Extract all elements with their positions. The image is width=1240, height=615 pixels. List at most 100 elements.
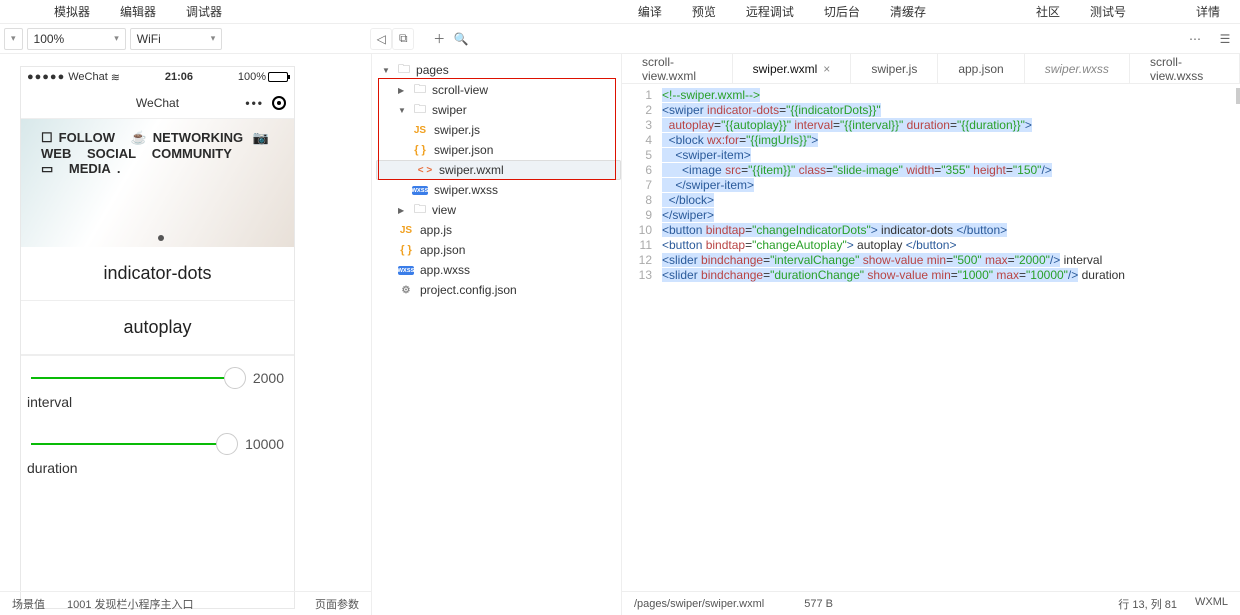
- tab-scroll-view-wxml[interactable]: scroll-view.wxml: [622, 54, 733, 83]
- status-bar: ●●●●● WeChat ≋ 21:06 100%: [21, 67, 294, 87]
- more-icon[interactable]: ⋯: [1184, 28, 1206, 50]
- close-icon[interactable]: ×: [823, 62, 830, 76]
- menu-clear-cache[interactable]: 清缓存: [886, 0, 930, 24]
- phone-frame: ●●●●● WeChat ≋ 21:06 100% WeChat ••• ☐FO…: [20, 66, 295, 609]
- indicator-dots-button[interactable]: indicator-dots: [21, 247, 294, 301]
- caret-right-icon: ▶: [398, 206, 408, 215]
- nav-bar: WeChat •••: [21, 87, 294, 119]
- file-tree: ▼🗀pages ▶🗀scroll-view ▼🗀swiper JSswiper.…: [372, 54, 621, 615]
- wifi-icon: ≋: [111, 71, 120, 84]
- menu-community[interactable]: 社区: [1032, 0, 1064, 24]
- swiper-image[interactable]: ☐FOLLOW ☕NETWORKING 📷 WEB SOCIAL COMMUNI…: [21, 119, 294, 247]
- interval-label: interval: [21, 388, 294, 422]
- tree-file-app-js[interactable]: JSapp.js: [372, 220, 621, 240]
- simulator-panel: ●●●●● WeChat ≋ 21:06 100% WeChat ••• ☐FO…: [0, 54, 372, 615]
- page-params[interactable]: 页面参数: [315, 596, 359, 612]
- mute-icon[interactable]: ◁: [370, 28, 392, 50]
- code-editor[interactable]: 12345678910111213 <!--swiper.wxml--> <sw…: [622, 84, 1240, 591]
- device-select[interactable]: ▾: [4, 28, 23, 50]
- top-menu: 模拟器 编辑器 调试器 编译 预览 远程调试 切后台 清缓存 社区 测试号 详情: [0, 0, 1240, 24]
- js-icon: JS: [398, 225, 414, 236]
- autoplay-button[interactable]: autoplay: [21, 301, 294, 356]
- file-explorer: ▼🗀pages ▶🗀scroll-view ▼🗀swiper JSswiper.…: [372, 54, 622, 615]
- capsule-close-icon[interactable]: [272, 96, 286, 110]
- tree-folder-scroll-view[interactable]: ▶🗀scroll-view: [372, 80, 621, 100]
- menu-compile[interactable]: 编译: [634, 0, 666, 24]
- zoom-select[interactable]: 100% ▾: [27, 28, 126, 50]
- tree-file-swiper-json[interactable]: { }swiper.json: [372, 140, 621, 160]
- capsule-menu-icon[interactable]: •••: [245, 96, 264, 110]
- file-size: 577 B: [804, 598, 833, 610]
- chevron-down-icon: ▾: [114, 33, 119, 44]
- chevron-down-icon: ▾: [11, 33, 16, 44]
- code-content[interactable]: <!--swiper.wxml--> <swiper indicator-dot…: [662, 88, 1240, 591]
- carrier-label: WeChat: [68, 71, 108, 83]
- editor-panel: scroll-view.wxml swiper.wxml× swiper.js …: [622, 54, 1240, 615]
- detach-icon[interactable]: ⧉: [392, 28, 414, 50]
- new-tab-icon[interactable]: ＋: [428, 28, 450, 50]
- duration-slider[interactable]: 10000: [21, 422, 294, 454]
- json-icon: { }: [412, 144, 428, 156]
- simulator-statusbar: 场景值 1001 发现栏小程序主入口 页面参数: [0, 591, 371, 615]
- tree-file-app-wxss[interactable]: wxssapp.wxss: [372, 260, 621, 280]
- tree-file-app-json[interactable]: { }app.json: [372, 240, 621, 260]
- wxss-icon: wxss: [412, 186, 428, 195]
- slider-knob[interactable]: [216, 433, 238, 455]
- tree-folder-view[interactable]: ▶🗀view: [372, 200, 621, 220]
- wxml-icon: < >: [417, 165, 433, 176]
- network-value: WiFi: [137, 32, 161, 46]
- tree-file-swiper-wxss[interactable]: wxssswiper.wxss: [372, 180, 621, 200]
- editor-statusbar: /pages/swiper/swiper.wxml 577 B 行 13, 列 …: [622, 591, 1240, 615]
- json-icon: { }: [398, 244, 414, 256]
- caret-down-icon: ▼: [382, 66, 392, 75]
- duration-label: duration: [21, 454, 294, 488]
- menu-debugger[interactable]: 调试器: [182, 0, 226, 24]
- slider-knob[interactable]: [224, 367, 246, 389]
- tree-file-swiper-js[interactable]: JSswiper.js: [372, 120, 621, 140]
- tab-swiper-wxml[interactable]: swiper.wxml×: [733, 54, 852, 83]
- tab-swiper-js[interactable]: swiper.js: [851, 54, 938, 83]
- file-path: /pages/swiper/swiper.wxml: [634, 598, 764, 610]
- cursor-pos: 行 13, 列 81: [1118, 596, 1177, 612]
- interval-value: 2000: [253, 370, 284, 386]
- menu-remote-debug[interactable]: 远程调试: [742, 0, 798, 24]
- line-gutter: 12345678910111213: [622, 88, 662, 591]
- tab-app-json[interactable]: app.json: [938, 54, 1024, 83]
- editor-tabs: scroll-view.wxml swiper.wxml× swiper.js …: [622, 54, 1240, 84]
- battery-icon: [268, 72, 288, 82]
- folder-icon: 🗀: [414, 100, 426, 121]
- search-icon[interactable]: 🔍: [450, 28, 472, 50]
- menu-preview[interactable]: 预览: [688, 0, 720, 24]
- tree-folder-pages[interactable]: ▼🗀pages: [372, 60, 621, 80]
- wxss-icon: wxss: [398, 266, 414, 275]
- network-select[interactable]: WiFi ▾: [130, 28, 223, 50]
- duration-value: 10000: [245, 436, 284, 452]
- interval-slider[interactable]: 2000: [21, 356, 294, 388]
- page-title: WeChat: [136, 96, 179, 110]
- caret-down-icon: ▼: [398, 106, 408, 115]
- status-time: 21:06: [165, 71, 193, 83]
- layout-icon[interactable]: ☰: [1214, 28, 1236, 50]
- zoom-value: 100%: [34, 32, 65, 46]
- tab-swiper-wxss[interactable]: swiper.wxss: [1025, 54, 1130, 83]
- signal-icon: ●●●●●: [27, 71, 65, 83]
- menu-details[interactable]: 详情: [1192, 0, 1224, 24]
- menu-simulator[interactable]: 模拟器: [50, 0, 94, 24]
- chevron-down-icon: ▾: [211, 33, 216, 44]
- toolbar: ▾ 100% ▾ WiFi ▾ ◁ ⧉ ＋ 🔍 ⋯ ☰: [0, 24, 1240, 54]
- tree-file-project-config[interactable]: ⚙project.config.json: [372, 280, 621, 300]
- scrollbar-hint: [1236, 88, 1240, 104]
- folder-icon: 🗀: [414, 80, 426, 101]
- indicator-dot: [158, 235, 164, 241]
- tab-scroll-view-wxss[interactable]: scroll-view.wxss: [1130, 54, 1240, 83]
- scene-label[interactable]: 场景值: [12, 596, 45, 612]
- menu-editor[interactable]: 编辑器: [116, 0, 160, 24]
- folder-icon: 🗀: [414, 200, 426, 221]
- menu-test-id[interactable]: 测试号: [1086, 0, 1130, 24]
- folder-icon: 🗀: [398, 60, 410, 81]
- menu-background[interactable]: 切后台: [820, 0, 864, 24]
- caret-right-icon: ▶: [398, 86, 408, 95]
- tree-folder-swiper[interactable]: ▼🗀swiper: [372, 100, 621, 120]
- tree-file-swiper-wxml[interactable]: < >swiper.wxml: [376, 160, 621, 180]
- scene-value: 1001 发现栏小程序主入口: [67, 596, 194, 612]
